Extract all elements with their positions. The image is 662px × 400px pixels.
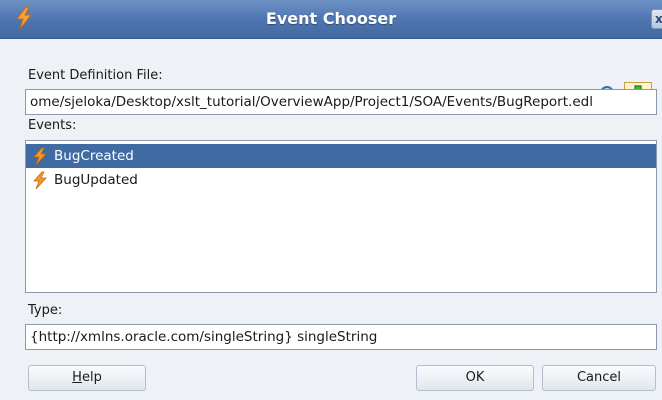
events-list[interactable]: BugCreated BugUpdated bbox=[25, 140, 657, 293]
events-label: Events: bbox=[28, 118, 77, 133]
help-mnemonic: H bbox=[72, 370, 82, 385]
title-bar: Event Chooser x bbox=[0, 0, 662, 39]
cancel-button[interactable]: Cancel bbox=[542, 365, 656, 391]
help-button[interactable]: Help bbox=[28, 365, 146, 391]
dialog-title: Event Chooser bbox=[265, 9, 397, 28]
help-label: elp bbox=[81, 370, 102, 385]
type-label: Type: bbox=[28, 303, 63, 318]
list-item-label: BugUpdated bbox=[54, 172, 138, 188]
event-definition-label: Event Definition File: bbox=[28, 68, 163, 83]
type-field: {http://xmlns.oracle.com/singleString} s… bbox=[25, 324, 657, 350]
ok-button[interactable]: OK bbox=[416, 365, 534, 391]
list-item-label: BugCreated bbox=[54, 148, 134, 164]
close-button[interactable]: x bbox=[651, 9, 662, 29]
list-item[interactable]: BugCreated bbox=[26, 144, 656, 168]
list-item[interactable]: BugUpdated bbox=[26, 168, 656, 192]
lightning-bolt-icon bbox=[33, 147, 47, 166]
event-definition-path-field[interactable]: ome/sjeloka/Desktop/xslt_tutorial/Overvi… bbox=[25, 89, 657, 115]
lightning-bolt-icon bbox=[33, 171, 47, 190]
